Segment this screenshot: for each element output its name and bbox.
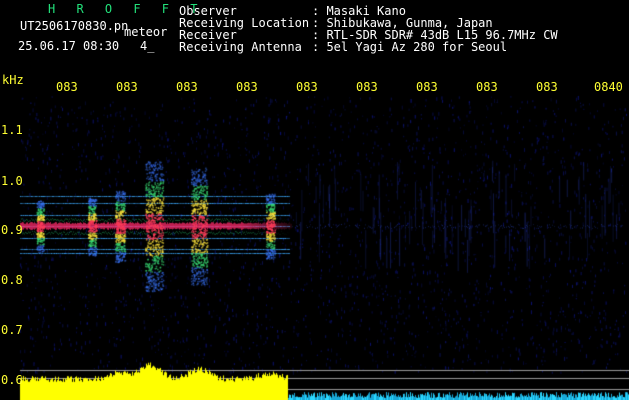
x-tick-label: 083 (296, 80, 318, 94)
file-name: UT2506170830.pn (20, 19, 129, 33)
y-tick-label: 1.1 (1, 123, 23, 137)
y-axis-unit: kHz (2, 73, 24, 87)
y-tick-label: 1.0 (1, 174, 23, 188)
x-tick-label: 083 (116, 80, 138, 94)
count-label: 4_ (140, 39, 155, 53)
x-tick-label: 083 (356, 80, 378, 94)
y-tick-label: 0.7 (1, 323, 23, 337)
datetime-label: 25.06.17 08:30 (18, 39, 120, 53)
y-tick-label: 0.8 (1, 273, 23, 287)
x-tick-label: 0840 (594, 80, 623, 94)
mode-label: meteor (124, 25, 168, 39)
x-tick-label: 083 (536, 80, 558, 94)
x-tick-label: 083 (56, 80, 78, 94)
antenna-label: Receiving Antenna (179, 40, 302, 54)
x-tick-label: 083 (476, 80, 498, 94)
y-tick-label: 0.6 (1, 373, 23, 387)
x-tick-label: 083 (176, 80, 198, 94)
x-tick-label: 083 (236, 80, 258, 94)
y-tick-label: 0.9 (1, 223, 23, 237)
antenna-value: : 5el Yagi Az 280 for Seoul (312, 40, 508, 54)
x-tick-label: 083 (416, 80, 438, 94)
